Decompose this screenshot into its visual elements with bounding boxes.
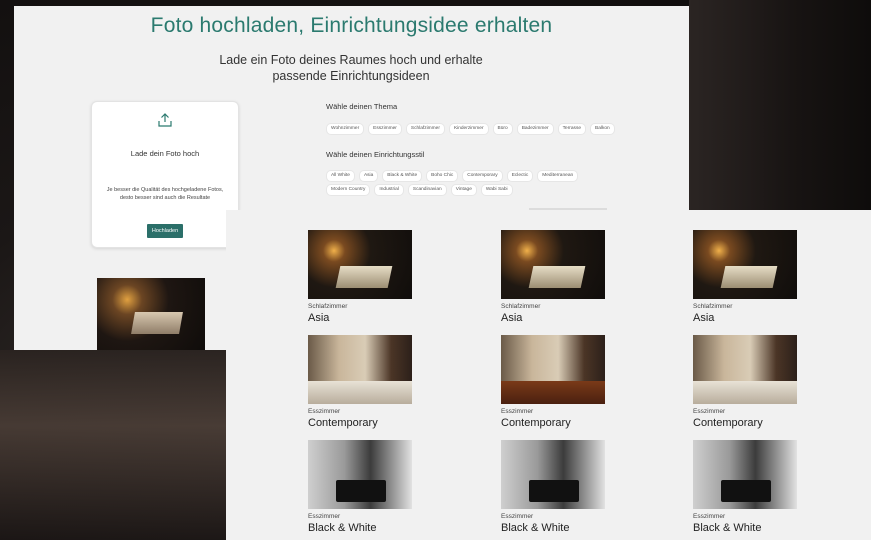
result-card[interactable]: Esszimmer Contemporary xyxy=(693,335,797,430)
style-chip[interactable]: Black & White xyxy=(382,170,423,182)
style-chip[interactable]: Eclectic xyxy=(506,170,534,182)
result-category: Esszimmer xyxy=(308,513,341,520)
result-card[interactable]: Esszimmer Black & White xyxy=(501,440,605,535)
theme-options: Wohnzimmer Esszimmer Schlafzimmer Kinder… xyxy=(326,123,615,135)
result-image xyxy=(693,440,797,509)
result-image xyxy=(501,440,605,509)
theme-chip[interactable]: Balkon xyxy=(590,123,615,135)
theme-label: Wähle deinen Thema xyxy=(326,102,398,111)
theme-chip[interactable]: Büro xyxy=(492,123,513,135)
result-card[interactable]: Schlafzimmer Asia xyxy=(501,230,605,325)
result-card[interactable]: Esszimmer Black & White xyxy=(693,440,797,535)
theme-chip[interactable]: Schlafzimmer xyxy=(405,123,445,135)
style-options-row1: All White Asia Black & White Boho Chic C… xyxy=(326,170,579,182)
result-image xyxy=(308,440,412,509)
result-style: Black & White xyxy=(501,522,570,534)
uploaded-photo-thumbnail xyxy=(97,278,205,350)
result-style: Contemporary xyxy=(501,417,571,429)
upload-icon xyxy=(158,113,172,127)
result-style: Asia xyxy=(693,312,715,324)
style-chip[interactable]: Contemporary xyxy=(462,170,503,182)
page-title: Foto hochladen, Einrichtungsidee erhalte… xyxy=(150,14,553,37)
style-chip[interactable]: Scandinavian xyxy=(407,184,447,196)
upload-card[interactable]: Lade dein Foto hoch Je besser die Qualit… xyxy=(91,101,239,248)
upload-title: Lade dein Foto hoch xyxy=(130,149,200,158)
result-image xyxy=(501,230,605,299)
result-card[interactable]: Schlafzimmer Asia xyxy=(693,230,797,325)
result-card[interactable]: Esszimmer Contemporary xyxy=(501,335,605,430)
style-chip[interactable]: Wabi Sabi xyxy=(480,184,513,196)
theme-chip[interactable]: Wohnzimmer xyxy=(326,123,365,135)
background-photo xyxy=(0,350,240,540)
result-card[interactable]: Esszimmer Black & White xyxy=(308,440,412,535)
result-image xyxy=(693,230,797,299)
theme-chip[interactable]: Badezimmer xyxy=(516,123,554,135)
result-category: Schlafzimmer xyxy=(308,303,348,310)
result-style: Contemporary xyxy=(693,417,763,429)
result-card[interactable]: Esszimmer Contemporary xyxy=(308,335,412,430)
style-options-row2: Modern Country Industrial Scandinavian V… xyxy=(326,184,513,196)
theme-chip[interactable]: Kinderzimmer xyxy=(448,123,489,135)
result-image xyxy=(693,335,797,404)
result-category: Esszimmer xyxy=(693,513,726,520)
result-style: Black & White xyxy=(693,522,762,534)
result-style: Asia xyxy=(501,312,523,324)
results-window: Schlafzimmer Asia Schlafzimmer Asia Schl… xyxy=(226,210,871,540)
result-style: Black & White xyxy=(308,522,377,534)
background-photo-right xyxy=(689,0,871,210)
style-chip[interactable]: Industrial xyxy=(374,184,404,196)
style-chip[interactable]: Boho Chic xyxy=(426,170,459,182)
upload-hint: Je besser die Qualität des hochgeladene … xyxy=(106,187,224,201)
style-label: Wähle deinen Einrichtungsstil xyxy=(326,150,425,159)
upload-button[interactable]: Hochladen xyxy=(147,224,183,238)
result-category: Esszimmer xyxy=(501,513,534,520)
style-chip[interactable]: Vintage xyxy=(450,184,477,196)
result-category: Esszimmer xyxy=(501,408,534,415)
result-image xyxy=(501,335,605,404)
result-style: Asia xyxy=(308,312,330,324)
result-image xyxy=(308,335,412,404)
result-card[interactable]: Schlafzimmer Asia xyxy=(308,230,412,325)
result-category: Schlafzimmer xyxy=(501,303,541,310)
style-chip[interactable]: All White xyxy=(326,170,355,182)
style-chip[interactable]: Modern Country xyxy=(326,184,371,196)
page-subtitle: Lade ein Foto deines Raumes hoch und erh… xyxy=(219,53,483,83)
style-chip[interactable]: Mediterranean xyxy=(537,170,579,182)
result-category: Schlafzimmer xyxy=(693,303,733,310)
result-category: Esszimmer xyxy=(693,408,726,415)
theme-chip[interactable]: Esszimmer xyxy=(368,123,402,135)
result-style: Contemporary xyxy=(308,417,378,429)
result-image xyxy=(308,230,412,299)
result-category: Esszimmer xyxy=(308,408,341,415)
theme-chip[interactable]: Terrasse xyxy=(557,123,587,135)
style-chip[interactable]: Asia xyxy=(358,170,379,182)
